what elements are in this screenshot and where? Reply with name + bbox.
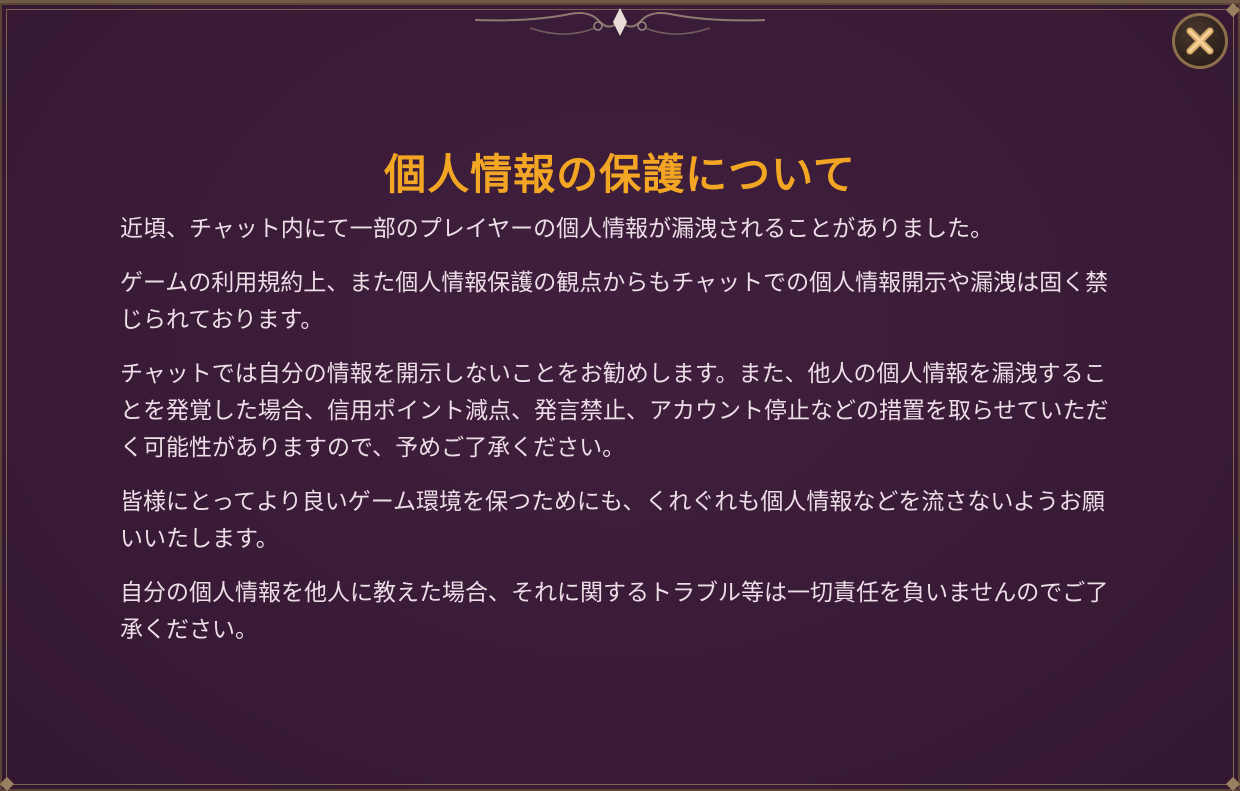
close-button[interactable] [1172, 13, 1228, 69]
corner-ornament-bottom-right [1225, 776, 1240, 791]
paragraph-1: 近頃、チャット内にて一部のプレイヤーの個人情報が漏洩されることがありました。 [120, 216, 994, 242]
corner-ornament-bottom-left [0, 776, 15, 791]
dialog-body: 近頃、チャット内にて一部のプレイヤーの個人情報が漏洩されることがありました。 ゲ… [120, 211, 1120, 666]
paragraph-3: チャットでは自分の情報を開示しないことをお勧めします。また、他人の個人情報を漏洩… [120, 361, 1109, 461]
top-ornament-icon [474, 8, 766, 36]
paragraph-4: 皆様にとってより良いゲーム環境を保つためにも、くれぐれも個人情報などを流さないよ… [120, 489, 1105, 552]
paragraph-5: 自分の個人情報を他人に教えた場合、それに関するトラブル等は一切責任を負いませんの… [120, 580, 1109, 643]
paragraph-2: ゲームの利用規約上、また個人情報保護の観点からもチャットでの個人情報開示や漏洩は… [120, 270, 1109, 333]
notice-dialog: 個人情報の保護について 近頃、チャット内にて一部のプレイヤーの個人情報が漏洩され… [0, 0, 1240, 791]
close-x-icon [1186, 27, 1214, 55]
corner-ornament-top-right [1225, 2, 1240, 18]
dialog-title: 個人情報の保護について [384, 150, 856, 199]
